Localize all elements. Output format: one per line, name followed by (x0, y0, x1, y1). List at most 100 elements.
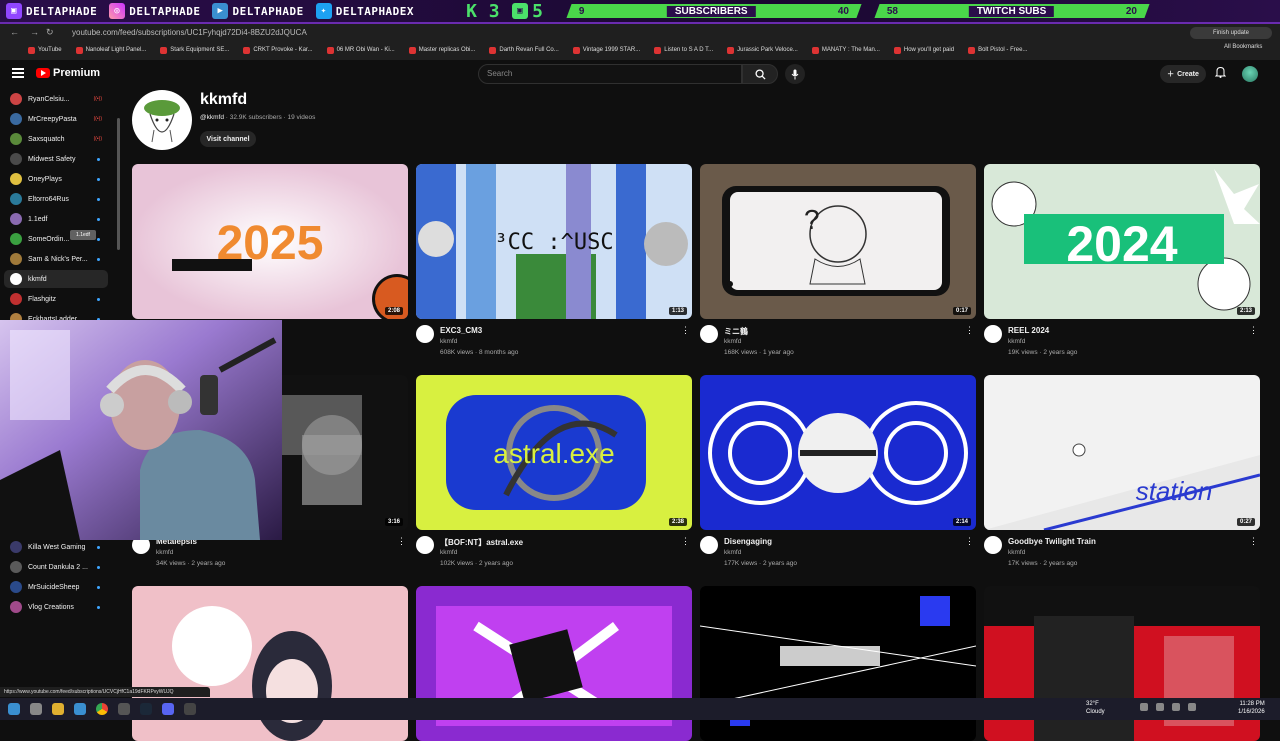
more-options-icon[interactable]: ⋮ (965, 536, 974, 547)
video-channel-name[interactable]: kkmfd (440, 338, 457, 345)
sidebar-item-oneyplays[interactable]: OneyPlays (4, 170, 108, 188)
more-options-icon[interactable]: ⋮ (681, 325, 690, 336)
video-thumbnail[interactable]: station 0:27 (984, 375, 1260, 530)
steam-icon[interactable] (140, 703, 152, 715)
all-bookmarks-button[interactable]: All Bookmarks (1224, 44, 1262, 50)
file-explorer-icon[interactable] (52, 703, 64, 715)
sidebar-item-killa-west-gaming[interactable]: Killa West Gaming (4, 538, 108, 556)
video-title[interactable]: 【BOF:NT】astral.exe (440, 537, 523, 548)
video-duration-badge: 2:08 (384, 307, 403, 315)
bookmark-item[interactable]: Master replicas Obi... (408, 46, 475, 54)
channel-avatar-icon[interactable] (416, 536, 434, 554)
sidebar-item-sam-nick-s-per[interactable]: Sam & Nick's Per... (4, 250, 108, 268)
forward-icon[interactable]: → (30, 27, 39, 37)
clock[interactable]: 11:28 PM 1/16/2026 (1238, 700, 1265, 716)
youtube-premium-logo[interactable]: Premium (36, 67, 100, 79)
channel-avatar-icon[interactable] (984, 536, 1002, 554)
weather-widget[interactable]: 32°F Cloudy (1086, 700, 1105, 716)
wifi-icon[interactable] (1172, 703, 1180, 711)
sidebar-item-mrsuicidesheep[interactable]: MrSuicideSheep (4, 578, 108, 596)
discord-icon[interactable] (162, 703, 174, 715)
video-title[interactable]: ミニ鶴 (724, 326, 748, 337)
video-thumbnail[interactable]: 2024 2:13 (984, 164, 1260, 319)
channel-avatar-icon[interactable] (700, 325, 718, 343)
tray-icon[interactable] (1156, 703, 1164, 711)
thumbnail-image: astral.exe (416, 375, 692, 530)
video-title[interactable]: Goodbye Twilight Train (1008, 537, 1096, 546)
bookmark-item[interactable]: MANATY : The Man... (811, 46, 880, 54)
video-stats: 608K views · 8 months ago (440, 349, 519, 356)
bookmark-item[interactable]: YouTube (28, 46, 62, 54)
bookmark-favicon-icon (408, 46, 416, 54)
menu-icon[interactable] (12, 68, 24, 78)
sidebar-item-eltorro64rus[interactable]: Eltorro64Rus (4, 190, 108, 208)
video-channel-name[interactable]: kkmfd (724, 549, 741, 556)
video-title[interactable]: EXC3_CM3 (440, 326, 482, 335)
search-button[interactable] (742, 64, 778, 84)
video-title[interactable]: REEL 2024 (1008, 326, 1049, 335)
channel-avatar-icon[interactable] (700, 536, 718, 554)
new-content-dot-icon (97, 237, 100, 241)
bookmark-item[interactable]: Stark Equipment SE... (160, 46, 229, 54)
bookmark-item[interactable]: Vintage 1999 STAR... (572, 46, 640, 54)
video-thumbnail[interactable]: 2:14 (700, 375, 976, 530)
voice-search-button[interactable] (785, 64, 805, 84)
more-options-icon[interactable]: ⋮ (397, 536, 406, 547)
sidebar-item-saxsquatch[interactable]: Saxsquatch ((•)) (4, 130, 108, 148)
volume-icon[interactable] (1188, 703, 1196, 711)
chrome-icon[interactable] (96, 703, 108, 715)
video-channel-name[interactable]: kkmfd (1008, 549, 1025, 556)
video-channel-name[interactable]: kkmfd (156, 549, 173, 556)
more-options-icon[interactable]: ⋮ (965, 325, 974, 336)
sidebar-item-ryancelsiu[interactable]: RyanCelsiu... ((•)) (4, 90, 108, 108)
sidebar-item-1-1edf[interactable]: 1.1edf (4, 210, 108, 228)
sidebar-item-kkmfd[interactable]: kkmfd (4, 270, 108, 288)
sidebar-item-count-dankula-2[interactable]: Count Dankula 2 ... (4, 558, 108, 576)
reload-icon[interactable]: ↻ (46, 27, 54, 38)
bookmark-item[interactable]: Darth Revan Full Co... (489, 46, 559, 54)
bookmark-item[interactable]: Jurassic Park Veloce... (727, 46, 798, 54)
app-icon[interactable] (184, 703, 196, 715)
mail-icon[interactable] (74, 703, 86, 715)
video-title[interactable]: Disengaging (724, 537, 772, 546)
more-options-icon[interactable]: ⋮ (681, 536, 690, 547)
overlay-sub-count: ▣ 5 (506, 0, 549, 23)
channel-avatar-icon (10, 581, 22, 593)
notifications-bell-icon[interactable] (1213, 66, 1227, 80)
finish-update-button[interactable]: Finish update (1190, 27, 1272, 39)
video-channel-name[interactable]: kkmfd (440, 549, 457, 556)
bookmark-item[interactable]: CRKT Provoke - Kar... (243, 46, 313, 54)
video-thumbnail[interactable]: astral.exe 2:38 (416, 375, 692, 530)
create-button[interactable]: ＋ Create (1160, 65, 1206, 83)
back-icon[interactable]: ← (10, 27, 19, 37)
bookmark-item[interactable]: Nanoleaf Light Panel... (75, 46, 146, 54)
obs-icon[interactable] (118, 703, 130, 715)
channel-avatar-icon[interactable] (416, 325, 434, 343)
search-input[interactable]: Search (478, 64, 742, 84)
sidebar-item-midwest-safety[interactable]: Midwest Safety (4, 150, 108, 168)
tray-icon[interactable] (1140, 703, 1148, 711)
bookmark-item[interactable]: How you'll get paid (893, 46, 954, 54)
channel-avatar[interactable] (132, 90, 192, 150)
video-channel-name[interactable]: kkmfd (724, 338, 741, 345)
video-thumbnail[interactable]: 2025 2:08 (132, 164, 408, 319)
more-options-icon[interactable]: ⋮ (1249, 325, 1258, 336)
address-bar[interactable]: youtube.com/feed/subscriptions/UC1Fyhqjd… (60, 26, 1120, 40)
channel-avatar-icon[interactable] (984, 325, 1002, 343)
search-taskbar-icon[interactable] (30, 703, 42, 715)
sidebar-scrollbar[interactable] (117, 118, 120, 250)
sidebar-item-flashgitz[interactable]: Flashgitz (4, 290, 108, 308)
account-avatar[interactable] (1242, 66, 1258, 82)
bookmark-item[interactable]: Listen to S A D T... (654, 46, 713, 54)
windows-start-icon[interactable] (8, 703, 20, 715)
video-channel-name[interactable]: kkmfd (1008, 338, 1025, 345)
video-thumbnail[interactable]: ? 0:17 (700, 164, 976, 319)
bookmarks-bar: YouTube Nanoleaf Light Panel... Stark Equi… (0, 42, 1280, 58)
bookmark-item[interactable]: 06 MR Obi Wan - Ki... (326, 46, 395, 54)
video-thumbnail[interactable]: ³CC :^USC 1:13 (416, 164, 692, 319)
visit-channel-button[interactable]: Visit channel (200, 131, 256, 147)
sidebar-item-mrcreepypasta[interactable]: MrCreepyPasta ((•)) (4, 110, 108, 128)
more-options-icon[interactable]: ⋮ (1249, 536, 1258, 547)
sidebar-item-vlog-creations[interactable]: Vlog Creations (4, 598, 108, 616)
bookmark-item[interactable]: Bolt Pistol - Free... (968, 46, 1027, 54)
